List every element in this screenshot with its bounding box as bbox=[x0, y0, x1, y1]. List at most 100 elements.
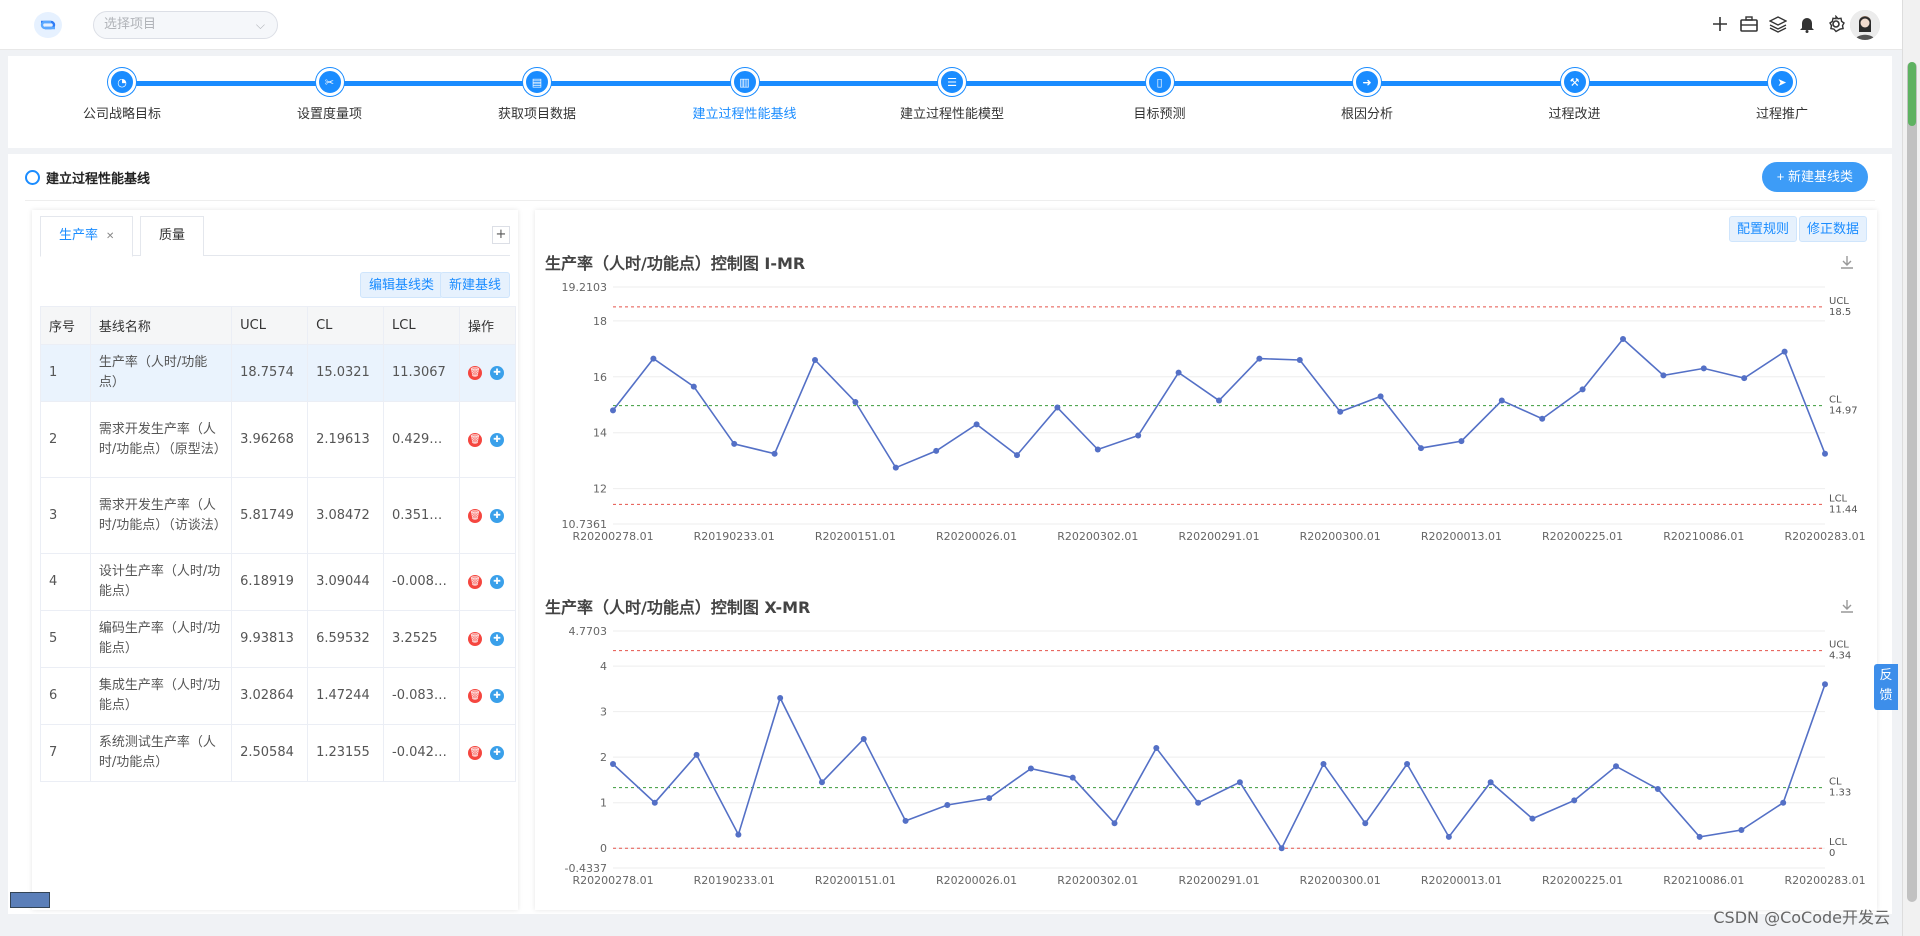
data-point[interactable] bbox=[1458, 438, 1465, 445]
data-point[interactable] bbox=[650, 355, 657, 362]
data-point[interactable] bbox=[1613, 763, 1620, 770]
delete-icon[interactable]: 🗑 bbox=[467, 746, 482, 760]
data-point[interactable] bbox=[1696, 833, 1703, 840]
data-point[interactable] bbox=[1571, 797, 1578, 804]
data-point[interactable] bbox=[1418, 445, 1424, 452]
table-row[interactable]: 6 集成生产率（人时/功能点） 3.02864 1.47244 -0.083… 🗑 ✚ bbox=[40, 667, 517, 725]
tab-productivity[interactable]: 生产率 ✕ bbox=[40, 216, 134, 257]
table-row[interactable]: 7 系统测试生产率（人时/功能点） 2.50584 1.23155 -0.042… 🗑 ✚ bbox=[40, 724, 517, 782]
delete-icon[interactable]: 🗑 bbox=[467, 632, 482, 646]
data-point[interactable] bbox=[1741, 375, 1748, 382]
step-3[interactable]: ▤ 获取项目数据 bbox=[457, 68, 617, 122]
bell-icon[interactable] bbox=[1797, 13, 1817, 35]
data-point[interactable] bbox=[1579, 386, 1586, 393]
layers-icon[interactable] bbox=[1768, 13, 1788, 35]
page-scrollbar[interactable] bbox=[1902, 0, 1920, 936]
data-point[interactable] bbox=[1654, 786, 1661, 793]
data-point[interactable] bbox=[1362, 820, 1369, 827]
project-select[interactable]: 选择项目 ⌵ bbox=[93, 11, 278, 39]
delete-icon[interactable]: 🗑 bbox=[467, 366, 482, 380]
step-8[interactable]: ⚒ 过程改进 bbox=[1495, 68, 1655, 122]
add-icon[interactable]: ✚ bbox=[489, 689, 504, 703]
data-point[interactable] bbox=[1054, 404, 1061, 411]
data-point[interactable] bbox=[735, 831, 742, 838]
data-point[interactable] bbox=[693, 751, 700, 758]
data-point[interactable] bbox=[651, 799, 658, 806]
briefcase-icon[interactable] bbox=[1739, 13, 1759, 35]
data-point[interactable] bbox=[1822, 681, 1828, 688]
step-5[interactable]: ☰ 建立过程性能模型 bbox=[872, 68, 1032, 122]
tab-quality[interactable]: 质量 bbox=[140, 216, 205, 256]
plus-icon[interactable] bbox=[1710, 13, 1730, 35]
step-4[interactable]: ▥ 建立过程性能基线 bbox=[665, 68, 825, 122]
table-row[interactable]: 1 生产率（人时/功能点） 18.7574 15.0321 11.3067 🗑 ✚ bbox=[40, 344, 517, 402]
data-point[interactable] bbox=[1738, 827, 1745, 834]
add-icon[interactable]: ✚ bbox=[489, 746, 504, 760]
data-point[interactable] bbox=[986, 795, 993, 802]
data-point[interactable] bbox=[1529, 815, 1536, 822]
data-point[interactable] bbox=[818, 779, 825, 786]
data-point[interactable] bbox=[1498, 397, 1505, 404]
data-point[interactable] bbox=[1094, 446, 1101, 453]
scrollbar-thumb[interactable] bbox=[1907, 62, 1917, 902]
data-point[interactable] bbox=[860, 735, 867, 742]
data-point[interactable] bbox=[852, 398, 859, 405]
data-point[interactable] bbox=[933, 447, 940, 454]
download-icon[interactable] bbox=[1839, 598, 1855, 614]
data-point[interactable] bbox=[1700, 365, 1707, 372]
data-point[interactable] bbox=[777, 694, 784, 701]
table-row[interactable]: 5 编码生产率（人时/功能点） 9.93813 6.59532 3.2525 🗑 ✚ bbox=[40, 610, 517, 668]
data-point[interactable] bbox=[1195, 799, 1202, 806]
data-point[interactable] bbox=[1487, 779, 1494, 786]
data-point[interactable] bbox=[1278, 845, 1285, 852]
data-point[interactable] bbox=[1620, 336, 1626, 343]
add-icon[interactable]: ✚ bbox=[489, 432, 504, 447]
fix-data-button[interactable]: 修正数据 bbox=[1798, 216, 1867, 242]
new-baseline-button[interactable]: 新建基线 bbox=[440, 272, 511, 298]
data-point[interactable] bbox=[1780, 799, 1787, 806]
data-point[interactable] bbox=[812, 357, 818, 364]
feedback-button[interactable]: 反馈 bbox=[1874, 664, 1898, 710]
close-icon[interactable]: ✕ bbox=[106, 231, 114, 242]
add-icon[interactable]: ✚ bbox=[489, 575, 504, 589]
data-point[interactable] bbox=[1153, 745, 1160, 752]
data-point[interactable] bbox=[1377, 393, 1384, 400]
data-point[interactable] bbox=[1822, 450, 1828, 457]
app-logo[interactable] bbox=[34, 12, 62, 38]
data-point[interactable] bbox=[1135, 432, 1142, 439]
data-point[interactable] bbox=[1781, 348, 1788, 355]
add-icon[interactable]: ✚ bbox=[489, 632, 504, 646]
step-9[interactable]: ➤ 过程推广 bbox=[1702, 68, 1862, 122]
add-tab-button[interactable]: + bbox=[492, 226, 510, 244]
avatar[interactable] bbox=[1850, 10, 1880, 40]
delete-icon[interactable]: 🗑 bbox=[467, 508, 482, 523]
data-point[interactable] bbox=[771, 450, 778, 457]
data-point[interactable] bbox=[1404, 760, 1411, 767]
delete-icon[interactable]: 🗑 bbox=[467, 575, 482, 589]
data-point[interactable] bbox=[1445, 833, 1452, 840]
new-baseline-category-button[interactable]: + 新建基线类 bbox=[1761, 162, 1868, 192]
table-row[interactable]: 2 需求开发生产率（人时/功能点）（原型法） 3.96268 2.19613 0.429… bbox=[40, 401, 517, 478]
settings-icon[interactable] bbox=[1826, 13, 1846, 35]
data-point[interactable] bbox=[1320, 760, 1327, 767]
data-point[interactable] bbox=[1175, 369, 1182, 376]
table-row[interactable]: 4 设计生产率（人时/功能点） 6.18919 3.09044 -0.008… 🗑 ✚ bbox=[40, 553, 517, 611]
delete-icon[interactable]: 🗑 bbox=[467, 432, 482, 447]
step-6[interactable]: ▯ 目标预测 bbox=[1080, 68, 1240, 122]
delete-icon[interactable]: 🗑 bbox=[467, 689, 482, 703]
data-point[interactable] bbox=[731, 440, 738, 447]
data-point[interactable] bbox=[1216, 397, 1222, 404]
data-point[interactable] bbox=[610, 407, 616, 414]
data-point[interactable] bbox=[1296, 357, 1303, 364]
table-row[interactable]: 3 需求开发生产率（人时/功能点）（访谈法） 5.81749 3.08472 0.351… bbox=[40, 477, 517, 554]
data-point[interactable] bbox=[1539, 415, 1546, 422]
step-7[interactable]: ➜ 根因分析 bbox=[1287, 68, 1447, 122]
step-2[interactable]: ✂ 设置度量项 bbox=[250, 68, 410, 122]
config-rules-button[interactable]: 配置规则 bbox=[1728, 216, 1797, 242]
player-badge[interactable] bbox=[10, 892, 50, 908]
data-point[interactable] bbox=[1337, 408, 1344, 415]
data-point[interactable] bbox=[1111, 820, 1118, 827]
data-point[interactable] bbox=[610, 760, 616, 767]
data-point[interactable] bbox=[1256, 355, 1263, 362]
data-point[interactable] bbox=[1236, 779, 1243, 786]
